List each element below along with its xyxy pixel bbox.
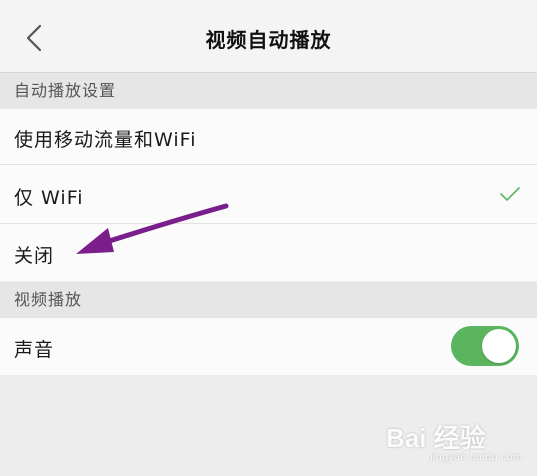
sound-row: 声音: [0, 318, 537, 375]
section-header-video: 视频播放: [0, 282, 537, 318]
watermark-url: jingyan.baidu.com: [430, 452, 523, 463]
sound-label: 声音: [14, 339, 55, 361]
sound-toggle[interactable]: [451, 326, 519, 366]
option-label: 关闭: [14, 245, 55, 267]
checkmark-icon: [500, 187, 520, 201]
watermark-logo: Bai 经验 jingyan.baidu.com: [386, 418, 536, 474]
option-mobile-and-wifi[interactable]: 使用移动流量和WiFi: [0, 109, 537, 165]
navigation-bar: 视频自动播放: [0, 0, 537, 73]
section-header-autoplay: 自动播放设置: [0, 73, 537, 109]
watermark-brand: Bai 经验: [386, 423, 486, 453]
option-label: 使用移动流量和WiFi: [14, 129, 197, 151]
option-off[interactable]: 关闭: [0, 224, 537, 281]
option-wifi-only[interactable]: 仅 WiFi: [0, 165, 537, 223]
page-title: 视频自动播放: [205, 28, 332, 52]
option-label: 仅 WiFi: [14, 187, 84, 209]
toggle-knob: [482, 329, 516, 363]
